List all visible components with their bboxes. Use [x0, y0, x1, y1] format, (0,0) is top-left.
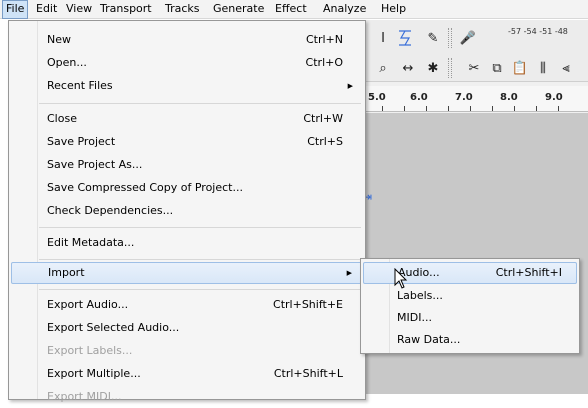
submenu-arrow-icon: ▶ [347, 82, 353, 90]
paste-icon[interactable]: 📋 [510, 58, 530, 78]
ruler-tick [426, 106, 427, 111]
submenu-arrow-icon: ▶ [346, 269, 352, 277]
menu-item-save-project[interactable]: Save Project Ctrl+S [11, 131, 363, 153]
toolbar-grip[interactable] [448, 58, 452, 78]
menu-file[interactable]: File [2, 0, 29, 19]
menu-item-export-audio[interactable]: Export Audio... Ctrl+Shift+E [11, 294, 363, 316]
trim-icon[interactable]: ⫼ [533, 58, 553, 78]
menu-analyze[interactable]: Analyze [320, 0, 369, 19]
menu-item-label: Export Labels... [47, 344, 133, 357]
menu-item-new[interactable]: New Ctrl+N [11, 29, 363, 51]
zoom-tool-icon[interactable]: ⌕ [373, 58, 393, 78]
menu-item-save-project-as[interactable]: Save Project As... [11, 154, 363, 176]
menu-item-shortcut: Ctrl+S [307, 135, 343, 148]
menu-item-label: Import [48, 266, 85, 279]
menu-item-label: Save Compressed Copy of Project... [47, 181, 243, 194]
menu-item-export-multiple[interactable]: Export Multiple... Ctrl+Shift+L [11, 363, 363, 385]
menu-item-label: Export Selected Audio... [47, 321, 180, 334]
menu-item-shortcut: Ctrl+O [305, 56, 343, 69]
menu-effect[interactable]: Effect [272, 0, 310, 19]
menu-item-check-dependencies[interactable]: Check Dependencies... [11, 200, 363, 222]
menu-item-import[interactable]: Import ▶ [11, 262, 363, 284]
menu-tracks[interactable]: Tracks [162, 0, 203, 19]
menu-item-label: Export Multiple... [47, 367, 141, 380]
ruler-tick [558, 106, 559, 111]
submenu-item-midi[interactable]: MIDI... [363, 307, 577, 329]
cut-icon[interactable]: ✂ [464, 58, 484, 78]
menu-separator [39, 289, 361, 290]
menu-item-export-labels: Export Labels... [11, 340, 363, 362]
timeshift-tool-icon[interactable]: ↔ [398, 58, 418, 78]
menu-item-label: Export Audio... [47, 298, 129, 311]
submenu-item-label: MIDI... [397, 311, 432, 324]
menu-item-label: New [47, 33, 71, 46]
menu-item-recent-files[interactable]: Recent Files ▶ [11, 75, 363, 97]
meter-scale: -57 -54 -51 -48 [508, 27, 568, 36]
menu-generate[interactable]: Generate [210, 0, 267, 19]
ruler-tick [382, 106, 383, 111]
menu-item-open[interactable]: Open... Ctrl+O [11, 52, 363, 74]
ruler-label: 9.0 [545, 92, 563, 103]
menu-item-label: Check Dependencies... [47, 204, 174, 217]
menu-item-close[interactable]: Close Ctrl+W [11, 108, 363, 130]
submenu-item-label: Raw Data... [397, 333, 461, 346]
ruler-tick [492, 106, 493, 111]
menu-transport[interactable]: Transport [97, 0, 155, 19]
menu-item-shortcut: Ctrl+Shift+E [273, 298, 343, 311]
submenu-item-shortcut: Ctrl+Shift+I [495, 266, 562, 279]
ruler-tick [514, 106, 515, 111]
menu-item-label: Save Project As... [47, 158, 143, 171]
menu-edit[interactable]: Edit [33, 0, 60, 19]
import-submenu: Audio... Ctrl+Shift+I Labels... MIDI... … [360, 258, 580, 354]
menu-item-shortcut: Ctrl+Shift+L [273, 367, 343, 380]
menu-item-label: Recent Files [47, 79, 113, 92]
menu-item-shortcut: Ctrl+W [303, 112, 343, 125]
silence-icon[interactable]: ⫷ [556, 58, 576, 78]
ruler-label: 7.0 [455, 92, 473, 103]
multi-tool-icon[interactable]: ✱ [423, 58, 443, 78]
menu-item-label: Export MIDI... [47, 390, 122, 403]
toolbar-grip[interactable] [448, 28, 452, 48]
menu-help[interactable]: Help [378, 0, 409, 19]
menu-item-label: Open... [47, 56, 87, 69]
menu-separator [39, 227, 361, 228]
file-menu: New Ctrl+N Open... Ctrl+O Recent Files ▶… [8, 20, 366, 403]
menu-item-export-selected-audio[interactable]: Export Selected Audio... [11, 317, 363, 339]
menu-item-label: Close [47, 112, 77, 125]
timeline-ruler[interactable]: 5.0 6.0 7.0 8.0 9.0 [360, 86, 588, 112]
menu-item-shortcut: Ctrl+N [305, 33, 343, 46]
draw-tool-icon[interactable]: ✎ [423, 28, 443, 48]
ruler-label: 8.0 [500, 92, 518, 103]
menu-bar: File Edit View Transport Tracks Generate… [0, 0, 588, 19]
selection-tool-icon[interactable]: I [373, 28, 393, 48]
ruler-tick [448, 106, 449, 111]
copy-icon[interactable]: ⧉ [487, 58, 507, 78]
menu-item-export-midi: Export MIDI... [11, 386, 363, 408]
menu-view[interactable]: View [63, 0, 95, 19]
submenu-item-label: Labels... [397, 289, 443, 302]
submenu-item-raw-data[interactable]: Raw Data... [363, 329, 577, 351]
microphone-icon[interactable]: 🎤 [458, 28, 478, 48]
ruler-label: 5.0 [368, 92, 386, 103]
menu-separator [39, 259, 361, 260]
envelope-tool-icon[interactable] [395, 28, 415, 48]
ruler-label: 6.0 [410, 92, 428, 103]
menu-item-edit-metadata[interactable]: Edit Metadata... [11, 232, 363, 254]
menu-item-label: Edit Metadata... [47, 236, 135, 249]
ruler-tick [470, 106, 471, 111]
menu-item-save-compressed-copy[interactable]: Save Compressed Copy of Project... [11, 177, 363, 199]
ruler-tick [404, 106, 405, 111]
menu-separator [39, 103, 361, 104]
mouse-cursor-icon [394, 268, 408, 289]
menu-item-label: Save Project [47, 135, 116, 148]
ruler-tick [536, 106, 537, 111]
